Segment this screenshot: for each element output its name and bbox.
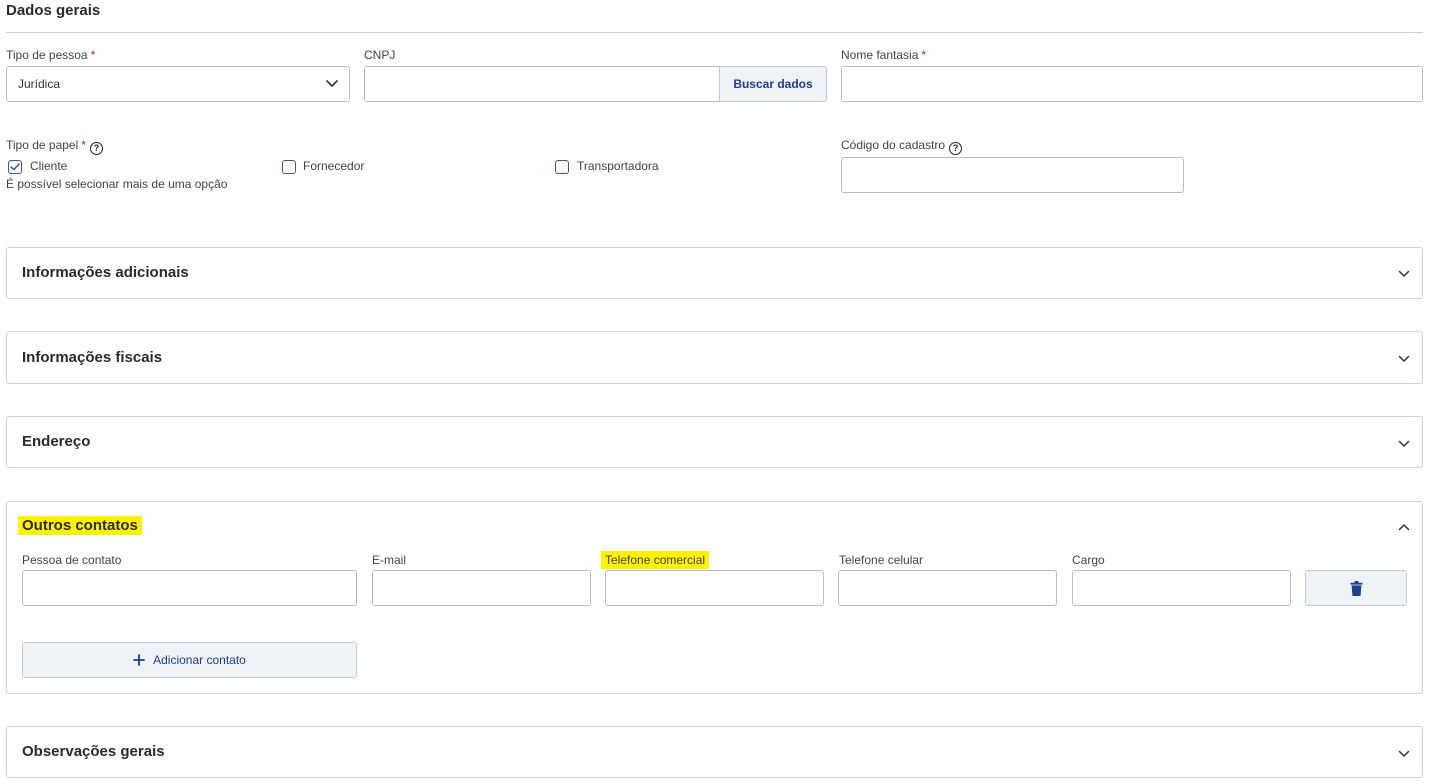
panel-title-outros-contatos-text: Outros contatos xyxy=(18,516,142,535)
checkbox-cliente-label[interactable]: Cliente xyxy=(30,159,67,173)
checkbox-transportadora-label[interactable]: Transportadora xyxy=(577,159,659,173)
tipo-papel-hint: É possível selecionar mais de uma opção xyxy=(6,177,228,191)
email-input[interactable] xyxy=(372,570,591,606)
cnpj-label: CNPJ xyxy=(364,48,396,62)
telefone-comercial-label: Telefone comercial xyxy=(601,551,710,569)
tipo-papel-label: Tipo de papel *? xyxy=(6,138,103,155)
help-circle-icon[interactable]: ? xyxy=(949,142,963,155)
chevron-down-icon[interactable] xyxy=(1398,270,1410,278)
delete-contact-button[interactable] xyxy=(1305,570,1407,606)
telefone-celular-input[interactable] xyxy=(838,570,1057,606)
cargo-input[interactable] xyxy=(1072,570,1291,606)
telefone-celular-text-field[interactable] xyxy=(850,571,1045,605)
codigo-cadastro-label-text: Código do cadastro xyxy=(841,138,946,152)
nome-fantasia-text-field[interactable] xyxy=(853,67,1411,101)
panel-outros-contatos: Outros contatos Pessoa de contato E-mail… xyxy=(6,501,1423,694)
panel-informacoes-adicionais[interactable]: Informações adicionais xyxy=(6,247,1423,299)
telefone-celular-label: Telefone celular xyxy=(839,553,924,567)
telefone-comercial-input[interactable] xyxy=(605,570,824,606)
codigo-cadastro-label: Código do cadastro? xyxy=(841,138,963,155)
nome-fantasia-input[interactable] xyxy=(841,66,1423,102)
required-marker: * xyxy=(921,48,927,62)
chevron-up-icon[interactable] xyxy=(1398,523,1410,531)
tipo-pessoa-value: Jurídica xyxy=(18,77,61,91)
buscar-dados-button[interactable]: Buscar dados xyxy=(719,66,827,102)
chevron-down-icon[interactable] xyxy=(1398,750,1410,758)
chevron-down-icon xyxy=(326,80,338,87)
required-marker: * xyxy=(90,48,96,62)
tipo-pessoa-select[interactable]: Jurídica xyxy=(6,66,350,102)
panel-title-observacoes-gerais: Observações gerais xyxy=(22,743,165,760)
panel-title-informacoes-adicionais: Informações adicionais xyxy=(22,264,189,281)
panel-title-informacoes-fiscais: Informações fiscais xyxy=(22,349,163,366)
cargo-label: Cargo xyxy=(1072,553,1105,567)
checkbox-fornecedor-label[interactable]: Fornecedor xyxy=(303,159,364,173)
trash-icon xyxy=(1350,580,1362,596)
pessoa-contato-text-field[interactable] xyxy=(34,571,345,605)
tipo-pessoa-label: Tipo de pessoa * xyxy=(6,48,95,62)
pessoa-contato-label: Pessoa de contato xyxy=(22,553,122,567)
check-icon xyxy=(10,163,20,171)
chevron-down-icon[interactable] xyxy=(1398,440,1410,448)
email-text-field[interactable] xyxy=(384,571,579,605)
checkbox-cliente[interactable] xyxy=(8,160,22,174)
chevron-down-icon[interactable] xyxy=(1398,355,1410,363)
panel-title-outros-contatos[interactable]: Outros contatos xyxy=(18,516,142,535)
panel-observacoes-gerais[interactable]: Observações gerais xyxy=(6,726,1423,778)
telefone-comercial-text-field[interactable] xyxy=(617,571,812,605)
add-contact-button[interactable]: Adicionar contato xyxy=(22,642,357,678)
section-divider xyxy=(6,32,1423,33)
panel-endereco[interactable]: Endereço xyxy=(6,416,1423,468)
tipo-papel-label-text: Tipo de papel xyxy=(6,138,79,152)
required-marker: * xyxy=(81,138,86,152)
codigo-cadastro-input[interactable] xyxy=(841,157,1184,193)
cnpj-input[interactable] xyxy=(364,66,721,102)
nome-fantasia-label: Nome fantasia * xyxy=(841,48,926,62)
telefone-comercial-label-text: Telefone comercial xyxy=(601,551,710,569)
add-contact-label: Adicionar contato xyxy=(153,653,246,667)
tipo-pessoa-label-text: Tipo de pessoa xyxy=(6,48,88,62)
checkbox-fornecedor[interactable] xyxy=(282,160,296,174)
cargo-text-field[interactable] xyxy=(1084,571,1279,605)
codigo-cadastro-text-field[interactable] xyxy=(853,158,1172,192)
checkbox-transportadora[interactable] xyxy=(555,160,569,174)
cnpj-text-field[interactable] xyxy=(376,67,709,101)
nome-fantasia-label-text: Nome fantasia xyxy=(841,48,919,62)
email-label: E-mail xyxy=(372,553,407,567)
panel-title-endereco: Endereço xyxy=(22,433,91,450)
plus-icon xyxy=(133,654,146,666)
panel-informacoes-fiscais[interactable]: Informações fiscais xyxy=(6,331,1423,384)
help-circle-icon[interactable]: ? xyxy=(89,142,103,155)
pessoa-contato-input[interactable] xyxy=(22,570,357,606)
section-title-dados-gerais: Dados gerais xyxy=(6,2,101,19)
